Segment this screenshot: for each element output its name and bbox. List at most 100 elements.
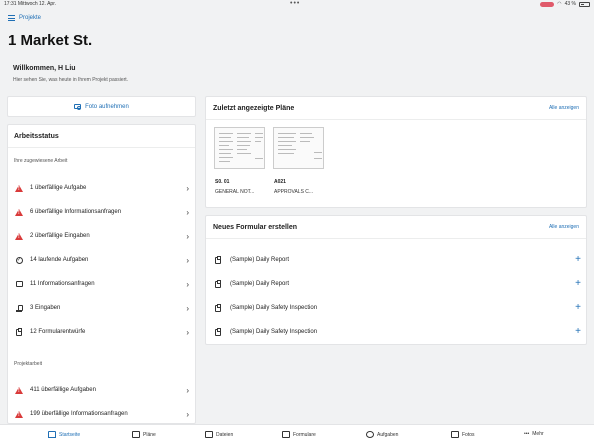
warning-icon [15, 410, 23, 418]
tab-label: Fotos [462, 431, 475, 438]
status-row-rfis[interactable]: 11 Informationsanfragen › [8, 272, 197, 296]
tab-label: Mehr [532, 431, 544, 437]
form-template-row[interactable]: (Sample) Daily Report + [206, 272, 588, 296]
add-icon[interactable]: + [575, 327, 581, 337]
warning-icon [15, 386, 23, 394]
status-row-label: 3 Eingaben [30, 305, 61, 311]
multitasking-dots-icon[interactable]: ••• [290, 0, 300, 7]
photos-icon [451, 431, 459, 438]
stamp-icon [16, 304, 23, 312]
chevron-right-icon: › [186, 183, 189, 193]
divider [206, 119, 586, 120]
tab-forms[interactable]: Formulare [282, 431, 316, 438]
project-work-label: Projektarbeit [14, 361, 43, 367]
add-icon[interactable]: + [575, 303, 581, 313]
forms-icon [282, 431, 290, 438]
status-row-project-overdue-tasks[interactable]: 411 überfällige Aufgaben › [8, 378, 197, 402]
clipboard-icon [16, 327, 22, 336]
new-form-card: Neues Formular erstellen Alle anzeigen (… [205, 215, 587, 345]
projects-link[interactable]: Projekte [8, 15, 41, 21]
more-icon: ••• [524, 431, 530, 437]
status-row-project-overdue-rfis[interactable]: 199 überfällige Informationsanfragen › [8, 402, 197, 426]
clipboard-icon [215, 279, 221, 288]
chevron-right-icon: › [186, 279, 189, 289]
status-row-label: 411 überfällige Aufgaben [30, 387, 96, 393]
tab-label: Aufgaben [377, 431, 399, 438]
list-icon [8, 15, 15, 21]
add-icon[interactable]: + [575, 255, 581, 265]
form-template-row[interactable]: (Sample) Daily Safety Inspection + [206, 320, 588, 344]
warning-icon [15, 208, 23, 216]
recent-plans-show-all-link[interactable]: Alle anzeigen [549, 105, 579, 111]
status-row-label: 2 überfällige Eingaben [30, 233, 90, 239]
chevron-right-icon: › [186, 409, 189, 419]
status-row-overdue-rfis[interactable]: 6 überfällige Informationsanfragen › [8, 200, 197, 224]
chevron-right-icon: › [186, 207, 189, 217]
new-form-show-all-link[interactable]: Alle anzeigen [549, 224, 579, 230]
status-row-submittals[interactable]: 3 Eingaben › [8, 296, 197, 320]
chat-icon [15, 281, 23, 287]
add-icon[interactable]: + [575, 279, 581, 289]
work-status-title: Arbeitsstatus [14, 133, 59, 140]
projects-link-label: Projekte [19, 15, 42, 21]
tab-plans[interactable]: Pläne [132, 431, 156, 438]
tab-label: Formulare [293, 431, 316, 438]
form-template-label: (Sample) Daily Safety Inspection [230, 329, 318, 335]
tab-home[interactable]: Startseite [48, 431, 80, 438]
status-row-open-tasks[interactable]: ✓ 14 laufende Aufgaben › [8, 248, 197, 272]
new-form-title: Neues Formular erstellen [213, 224, 298, 231]
plan-thumbnail[interactable] [273, 127, 324, 169]
plan-name: GENERAL NOT... [215, 189, 255, 195]
wifi-icon: ◠ [557, 1, 562, 7]
work-status-card: Arbeitsstatus Ihre zugewiesene Arbeit 1 … [7, 124, 196, 424]
status-row-form-drafts[interactable]: 12 Formularentwürfe › [8, 320, 197, 344]
assigned-work-label: Ihre zugewiesene Arbeit [14, 158, 68, 164]
battery-percent: 43 % [564, 1, 576, 7]
status-row-label: 11 Informationsanfragen [30, 281, 95, 287]
form-template-row[interactable]: (Sample) Daily Safety Inspection + [206, 296, 588, 320]
battery-icon [579, 1, 590, 7]
warning-icon [15, 184, 23, 192]
plan-thumbnail[interactable] [214, 127, 265, 169]
page-title: 1 Market St. [8, 32, 93, 49]
recording-indicator-icon [540, 1, 555, 7]
status-right: ◠ 43 % [540, 1, 590, 7]
clipboard-icon [215, 303, 221, 312]
status-bar: 17:31 Mittwoch 12. Apr. ••• ◠ 43 % [0, 0, 594, 9]
status-row-overdue-submittals[interactable]: 2 überfällige Eingaben › [8, 224, 197, 248]
chevron-right-icon: › [186, 327, 189, 337]
warning-icon [15, 232, 23, 240]
plans-icon [132, 431, 140, 438]
form-template-row[interactable]: (Sample) Daily Report + [206, 248, 588, 272]
bottom-tab-bar: Startseite Pläne Dateien Formulare Aufga… [0, 424, 594, 446]
home-icon [48, 431, 56, 438]
clipboard-icon [215, 327, 221, 336]
tab-tasks[interactable]: Aufgaben [366, 431, 398, 438]
tab-label: Dateien [216, 431, 234, 438]
recent-plans-title: Zuletzt angezeigte Pläne [213, 105, 295, 112]
clipboard-icon [215, 255, 221, 264]
welcome-heading: Willkommen, H Liu [13, 65, 76, 72]
check-circle-icon: ✓ [15, 256, 23, 264]
chevron-right-icon: › [186, 385, 189, 395]
plan-name: APPROVALS C... [274, 189, 314, 195]
camera-icon [74, 104, 82, 110]
take-photo-button[interactable]: Foto aufnehmen [7, 96, 196, 117]
plan-code: S0. 01 [215, 179, 230, 185]
tab-more[interactable]: ••• Mehr [524, 431, 544, 437]
tab-photos[interactable]: Fotos [451, 431, 475, 438]
form-template-label: (Sample) Daily Report [230, 281, 290, 287]
status-row-label: 1 überfällige Aufgabe [30, 185, 87, 191]
tasks-icon [366, 431, 374, 438]
tab-label: Startseite [59, 431, 81, 438]
form-template-label: (Sample) Daily Safety Inspection [230, 305, 318, 311]
chevron-right-icon: › [186, 255, 189, 265]
tab-files[interactable]: Dateien [205, 431, 233, 438]
form-template-label: (Sample) Daily Report [230, 257, 290, 263]
take-photo-label: Foto aufnehmen [85, 103, 129, 110]
chevron-right-icon: › [186, 231, 189, 241]
status-row-overdue-task[interactable]: 1 überfällige Aufgabe › [8, 176, 197, 200]
chevron-right-icon: › [186, 303, 189, 313]
status-time: 17:31 Mittwoch 12. Apr. [4, 1, 56, 7]
status-row-label: 6 überfällige Informationsanfragen [30, 209, 122, 215]
